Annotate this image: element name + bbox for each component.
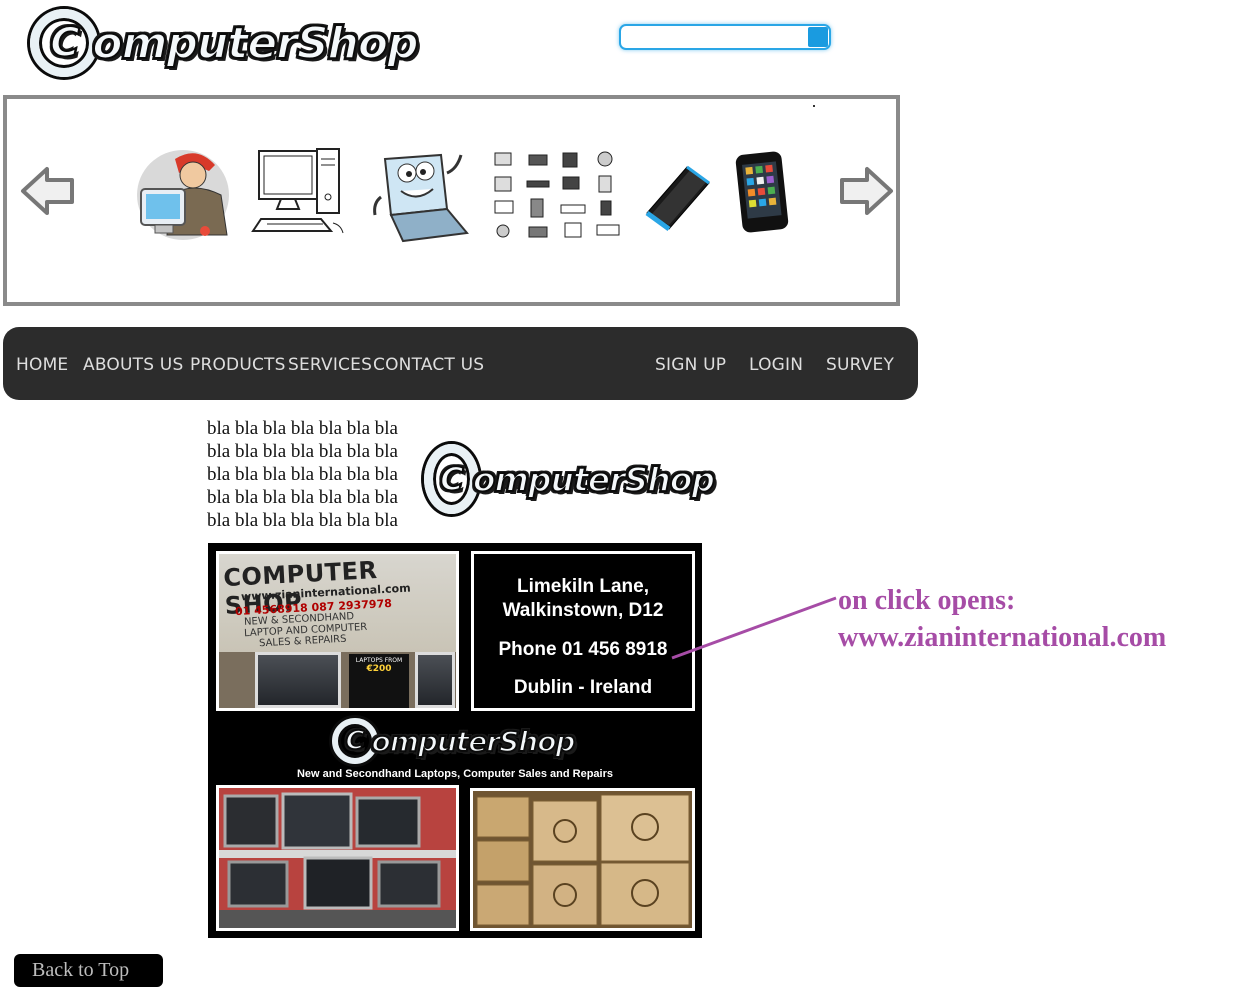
shop-advert-banner[interactable]: COMPUTER SHOP www.zianinternational.com … xyxy=(208,543,702,938)
annotation-line-1: on click opens: xyxy=(838,585,1016,616)
image-carousel xyxy=(3,95,900,306)
address-line: Walkinstown, D12 xyxy=(502,600,664,621)
arrow-right-outline-icon[interactable] xyxy=(837,161,897,221)
boxes-illustration xyxy=(473,791,692,928)
text-line: bla bla bla bla bla bla bla xyxy=(207,464,398,485)
text-line: bla bla bla bla bla bla bla xyxy=(207,441,398,462)
logo-text: omputerShop xyxy=(91,17,419,70)
search-button[interactable] xyxy=(808,27,828,47)
advert-tagline: New and Secondhand Laptops, Computer Sal… xyxy=(296,768,613,780)
cartoon-laptop-image xyxy=(373,153,469,243)
arrow-left-outline-icon[interactable] xyxy=(17,161,77,221)
nav-home[interactable]: HOME xyxy=(16,355,68,375)
nav-survey[interactable]: SURVEY xyxy=(826,355,894,375)
shopfront-photo: COMPUTER SHOP www.zianinternational.com … xyxy=(216,551,459,711)
back-to-top-button[interactable]: Back to Top xyxy=(14,954,163,987)
placeholder-text-block: bla bla bla bla bla bla bla bla bla bla … xyxy=(207,417,422,532)
annotation-note: on click opens: www.zianinternational.co… xyxy=(838,582,1166,656)
promo-poster: LAPTOPS FROM €200 xyxy=(349,654,409,708)
hardware-icons-grid-image xyxy=(494,151,620,238)
site-logo[interactable]: C omputerShop xyxy=(6,4,442,82)
logo-c-ring: C xyxy=(424,444,479,514)
nav-products[interactable]: PRODUCTS xyxy=(190,355,286,375)
main-navigation: HOME ABOUTS US PRODUCTS SERVICES CONTACT… xyxy=(3,327,918,400)
shop-window xyxy=(255,652,341,708)
text-line: bla bla bla bla bla bla bla xyxy=(207,510,398,531)
laptops-photo xyxy=(216,785,459,931)
carousel-indicator xyxy=(813,105,815,107)
nav-sign-up[interactable]: SIGN UP xyxy=(655,355,726,375)
smartphone-image xyxy=(735,151,789,233)
laptops-illustration xyxy=(219,788,456,928)
address-line: Limekiln Lane, xyxy=(517,576,649,597)
nav-contact-us[interactable]: CONTACT US xyxy=(373,355,484,375)
promo-price: €200 xyxy=(366,664,392,674)
advert-logo: C omputerShop xyxy=(328,712,578,770)
text-line: bla bla bla bla bla bla bla xyxy=(207,487,398,508)
promo-small: LAPTOPS FROM xyxy=(355,657,403,664)
technician-with-monitor-image xyxy=(137,150,229,240)
nav-login[interactable]: LOGIN xyxy=(749,355,803,375)
nav-about-us[interactable]: ABOUTS US xyxy=(83,355,183,375)
phone-number: Phone 01 456 8918 xyxy=(498,639,668,660)
shop-window xyxy=(415,652,455,708)
content-logo: C omputerShop xyxy=(424,437,716,521)
nav-services[interactable]: SERVICES xyxy=(288,355,372,375)
location: Dublin - Ireland xyxy=(513,677,653,698)
mobile-phone-image xyxy=(645,165,710,232)
address-box: Limekiln Lane, Walkinstown, D12 Phone 01… xyxy=(471,551,695,711)
annotation-line-2: www.zianinternational.com xyxy=(838,622,1167,653)
annotation-pointer-line xyxy=(671,596,837,660)
search-box xyxy=(619,24,831,50)
hp-boxes-photo xyxy=(470,788,695,931)
logo-text: omputerShop xyxy=(371,724,577,759)
text-line: bla bla bla bla bla bla bla xyxy=(207,418,398,439)
logo-text: omputerShop xyxy=(472,459,716,500)
logo-c-ring: C xyxy=(30,9,99,77)
desktop-computer-sketch-image xyxy=(251,148,344,234)
search-input[interactable] xyxy=(624,27,806,47)
